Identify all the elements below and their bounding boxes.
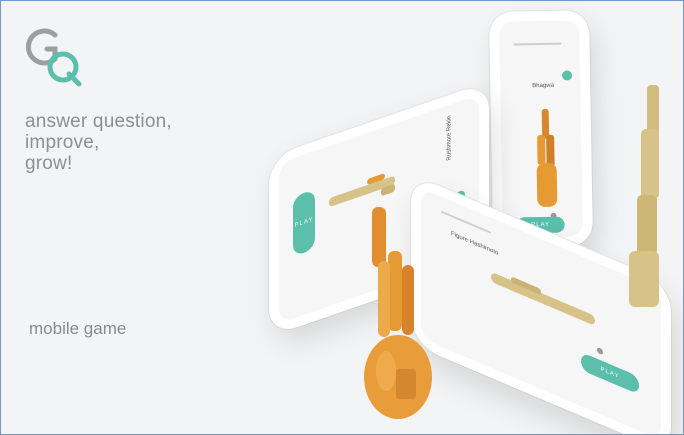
phone-upright: Bhagwa PLAY	[488, 10, 594, 248]
statue-orange-large	[364, 207, 432, 419]
progress-bar	[513, 42, 562, 46]
question-text: Bhagwa	[532, 82, 554, 90]
indicator-dot	[597, 346, 603, 356]
play-button-tilted-left[interactable]: PLAY	[293, 189, 315, 257]
play-button-tilted-front[interactable]: PLAY	[581, 351, 639, 395]
question-text: Rushmore Rekin	[446, 114, 453, 162]
tagline-line-2: improve,	[25, 132, 100, 153]
tagline-line-3: grow!	[25, 153, 73, 174]
question-text: Figure Hashimoto	[451, 230, 499, 257]
tagline: answer question, improve, grow!	[25, 111, 172, 174]
phone-upright-screen: Bhagwa PLAY	[499, 20, 583, 238]
status-dot	[561, 70, 573, 81]
statue-image	[491, 273, 595, 325]
statue-sand-tall	[629, 85, 659, 307]
statue-image	[536, 108, 558, 207]
subtitle: mobile game	[29, 319, 127, 338]
tagline-line-1: answer question,	[25, 111, 172, 132]
progress-bar	[441, 210, 491, 234]
promo-canvas: answer question, improve, grow! mobile g…	[0, 0, 684, 435]
gq-logo-icon	[25, 28, 82, 87]
